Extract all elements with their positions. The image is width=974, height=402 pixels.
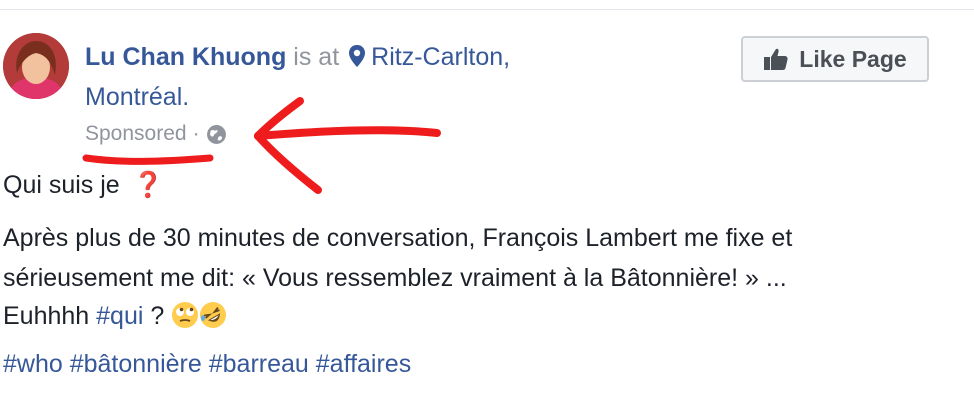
hashtag-link[interactable]: #barreau — [209, 350, 309, 378]
post-text-line-1: Qui suis je ❓ — [3, 165, 164, 205]
avatar[interactable] — [3, 33, 69, 99]
hashtag-link[interactable]: #who — [3, 350, 63, 378]
place-line-1: Ritz-Carlton, — [371, 43, 511, 71]
post-body-line-3: Euhhhh #qui ? — [3, 296, 227, 336]
post-hashtags-line: #who #bâtonnière #barreau #affaires — [3, 344, 411, 384]
meta-dot: · — [192, 122, 200, 145]
question-punct: ? — [150, 302, 165, 330]
top-divider — [0, 9, 974, 10]
hashtag-qui-link[interactable]: #qui — [96, 302, 143, 330]
hashtag-link[interactable]: #bâtonnière — [70, 350, 202, 378]
post-body-line-2: sérieusement me dit: « Vous ressemblez v… — [3, 264, 787, 292]
euhhhh-text: Euhhhh — [3, 302, 90, 330]
rofl-emoji — [200, 302, 227, 328]
globe-icon[interactable] — [206, 124, 227, 145]
location-pin-icon — [349, 45, 366, 67]
post-header: Lu Chan Khuong is at Ritz-Carlton, Montréa… — [85, 37, 705, 117]
is-at-label: is at — [293, 43, 340, 71]
thumbs-up-icon — [764, 48, 788, 70]
like-page-button[interactable]: Like Page — [741, 36, 929, 82]
hashtag-link[interactable]: #affaires — [316, 350, 411, 378]
rolling-eyes-emoji — [172, 302, 199, 328]
author-name-link[interactable]: Lu Chan Khuong — [85, 43, 286, 71]
question-mark-icon: ❓ — [132, 171, 164, 199]
question-text: Qui suis je — [3, 171, 120, 199]
sponsored-label[interactable]: Sponsored — [85, 117, 187, 151]
post-body-line-1: Après plus de 30 minutes de conversation… — [3, 224, 793, 252]
place-line-2: Montréal. — [85, 83, 190, 111]
like-page-label: Like Page — [799, 45, 907, 72]
post-meta: Sponsored · — [85, 117, 227, 151]
